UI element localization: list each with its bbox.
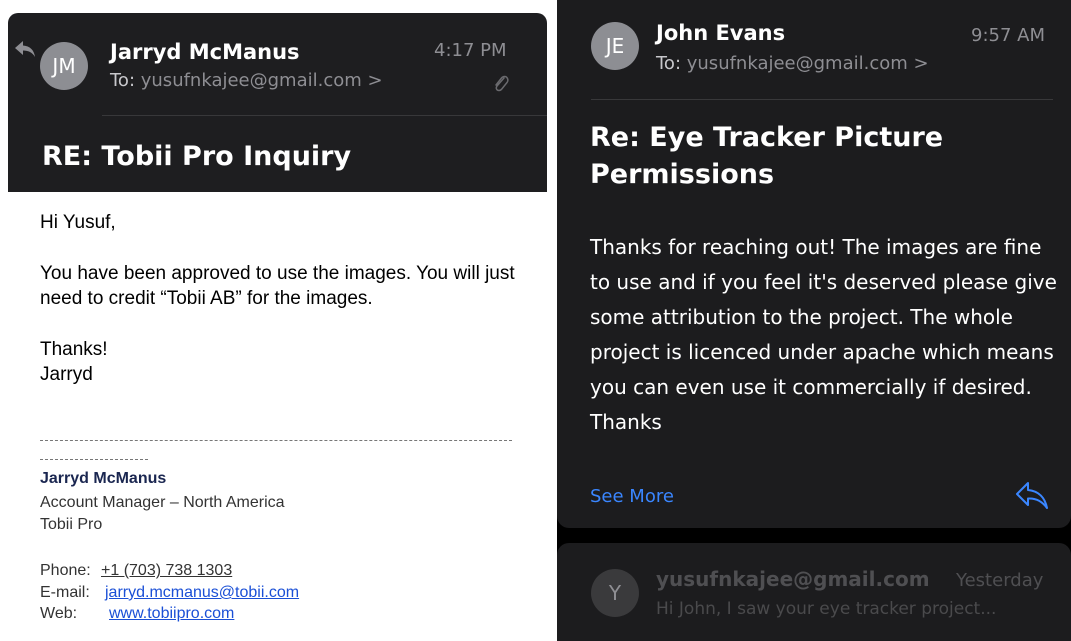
email-subject: Re: Eye Tracker Picture Permissions — [590, 122, 944, 190]
signature-email-row: E-mail: jarryd.mcmanus@tobii.com — [40, 584, 299, 602]
signature-phone-row: Phone: +1 (703) 738 1303 — [40, 562, 232, 580]
header-divider — [591, 99, 1053, 100]
expanded-email-card: JE John Evans To: yusufnkajee@gmail.com … — [557, 0, 1071, 528]
email-time: Yesterday — [956, 570, 1044, 591]
email-preview: Hi John, I saw your eye tracker project.… — [656, 599, 997, 619]
to-label: To: — [656, 53, 682, 74]
signature-divider-wrap — [40, 448, 148, 460]
recipient-line[interactable]: To: yusufnkajee@gmail.com > — [110, 70, 383, 91]
email-time: 4:17 PM — [434, 40, 507, 61]
email-body: Thanks for reaching out! The images are … — [590, 235, 1057, 434]
left-email-header: JM Jarryd McManus To: yusufnkajee@gmail.… — [8, 13, 547, 192]
chevron-right-icon: > — [913, 53, 929, 74]
to-label: To: — [110, 70, 136, 91]
sender-name[interactable]: John Evans — [656, 21, 785, 45]
web-label: Web: — [40, 605, 78, 622]
email-label: E-mail: — [40, 584, 90, 601]
recipient-address[interactable]: yusufnkajee@gmail.com — [687, 53, 908, 74]
signature-web-row: Web: www.tobiipro.com — [40, 605, 234, 623]
closing-text: Thanks! — [40, 339, 108, 360]
greeting-text: Hi Yusuf, — [40, 212, 116, 233]
chevron-right-icon: > — [367, 70, 383, 91]
avatar: JM — [40, 42, 88, 90]
see-more-link[interactable]: See More — [590, 486, 674, 507]
signature-title: Account Manager – North America — [40, 494, 285, 511]
recipient-address[interactable]: yusufnkajee@gmail.com — [141, 70, 362, 91]
signature-name: Jarryd McManus — [40, 470, 167, 487]
header-divider — [102, 115, 547, 116]
signature-divider — [40, 429, 512, 441]
reply-icon[interactable] — [1015, 480, 1049, 510]
email-subject: RE: Tobii Pro Inquiry — [42, 141, 352, 172]
email-time: 9:57 AM — [971, 25, 1045, 46]
left-email-view: JM Jarryd McManus To: yusufnkajee@gmail.… — [0, 0, 547, 641]
replied-arrow-icon — [15, 41, 35, 57]
phone-label: Phone: — [40, 562, 91, 579]
email-link[interactable]: jarryd.mcmanus@tobii.com — [105, 584, 299, 601]
sender-name: yusufnkajee@gmail.com — [656, 567, 930, 591]
signature-company: Tobii Pro — [40, 516, 103, 533]
collapsed-email-card[interactable]: Y yusufnkajee@gmail.com Yesterday Hi Joh… — [557, 543, 1071, 641]
body-paragraph: You have been approved to use the images… — [40, 263, 515, 309]
email-body: Hi Yusuf, You have been approved to use … — [40, 210, 540, 387]
right-email-view: JE John Evans To: yusufnkajee@gmail.com … — [557, 0, 1071, 641]
avatar: Y — [591, 569, 639, 617]
avatar: JE — [591, 22, 639, 70]
paperclip-icon — [495, 75, 509, 92]
web-link[interactable]: www.tobiipro.com — [109, 605, 234, 622]
phone-link[interactable]: +1 (703) 738 1303 — [101, 562, 232, 579]
sender-name[interactable]: Jarryd McManus — [110, 40, 300, 64]
recipient-line[interactable]: To: yusufnkajee@gmail.com > — [656, 53, 929, 74]
sender-sign-off: Jarryd — [40, 364, 93, 385]
